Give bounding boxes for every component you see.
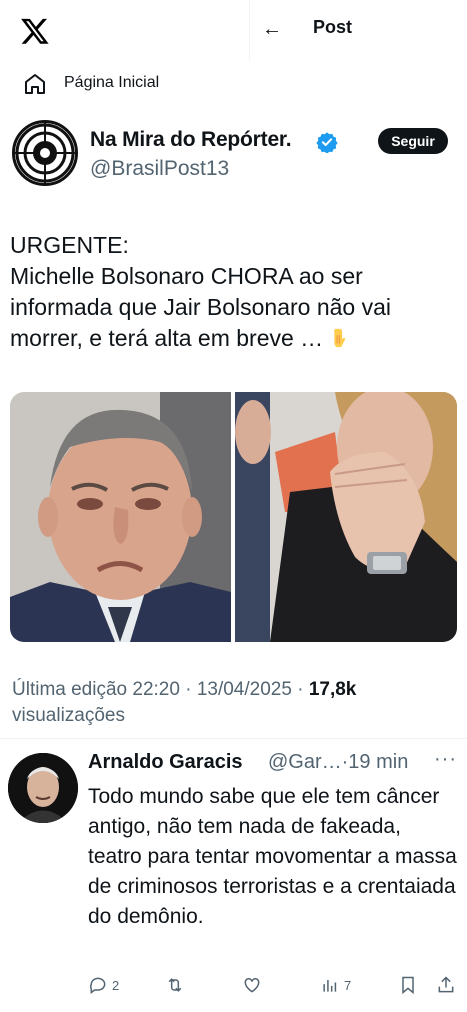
edited-timestamp[interactable]: Última edição 22:20 · 13/04/2025: [12, 679, 292, 700]
arrow-left-icon[interactable]: ←: [262, 16, 284, 42]
post-text-line-last: morrer, e terá alta em breve …: [10, 323, 460, 354]
views-count: 17,8k: [308, 679, 357, 700]
home-label: Página Inicial: [64, 74, 160, 91]
post-photo-woman[interactable]: [235, 392, 457, 642]
reply-handle-time[interactable]: @Gar…·19 min: [268, 751, 408, 774]
heart-icon: [244, 977, 260, 993]
divider: [0, 738, 467, 739]
reply-avatar[interactable]: [8, 753, 78, 823]
author-handle[interactable]: @BrasilPost13: [90, 157, 229, 181]
reply-action-bar: 2 7: [0, 972, 467, 1000]
repost-icon: [168, 978, 182, 992]
share-icon: [438, 976, 454, 993]
reply-button[interactable]: 2: [88, 972, 119, 998]
post-text-line: morrer, e terá alta em breve …: [10, 325, 324, 351]
reply-avatar-photo: [8, 753, 78, 823]
author-avatar[interactable]: [12, 120, 78, 186]
reply-count: 2: [112, 977, 120, 993]
post-text: URGENTE: Michelle Bolsonaro CHORA ao ser…: [10, 230, 460, 354]
home-nav-item[interactable]: Página Inicial: [0, 64, 467, 104]
like-button[interactable]: [242, 972, 262, 998]
author-name[interactable]: Na Mira do Repórter.: [90, 128, 292, 152]
reply-text: Todo mundo sabe que ele tem câncer antig…: [88, 785, 457, 928]
target-logo-icon: [15, 123, 75, 183]
share-button[interactable]: [436, 972, 456, 998]
verified-badge-icon: [316, 132, 338, 153]
post-text-line: URGENTE:: [10, 232, 129, 258]
post-media[interactable]: [10, 392, 457, 642]
page-title: Post: [313, 17, 353, 37]
home-icon: [25, 74, 45, 94]
views-label: visualizações: [12, 705, 125, 726]
comment-icon: [90, 977, 106, 994]
post-meta: Última edição 22:20 · 13/04/2025 · 17,8k…: [12, 677, 462, 729]
repost-button[interactable]: [165, 972, 185, 998]
column-divider: [249, 0, 250, 60]
more-options-icon[interactable]: ···: [434, 748, 457, 771]
post-text-line: Michelle Bolsonaro CHORA ao ser: [10, 263, 363, 289]
x-logo-icon[interactable]: [20, 16, 50, 46]
bookmark-button[interactable]: [398, 972, 418, 998]
post-photo-man[interactable]: [10, 392, 231, 642]
views-button[interactable]: 7: [320, 972, 351, 998]
reply-views-count: 7: [344, 977, 352, 993]
reply-author-name[interactable]: Arnaldo Garacis: [88, 751, 243, 774]
post-text-line: informada que Jair Bolsonaro não vai: [10, 294, 392, 320]
follow-button[interactable]: Seguir: [378, 128, 448, 154]
bookmark-icon: [402, 976, 414, 995]
pointing-down-emoji-icon: [334, 328, 346, 348]
top-bar: ← Post: [0, 0, 467, 60]
meta-separator: ·: [291, 679, 309, 700]
analytics-icon: [323, 980, 337, 992]
